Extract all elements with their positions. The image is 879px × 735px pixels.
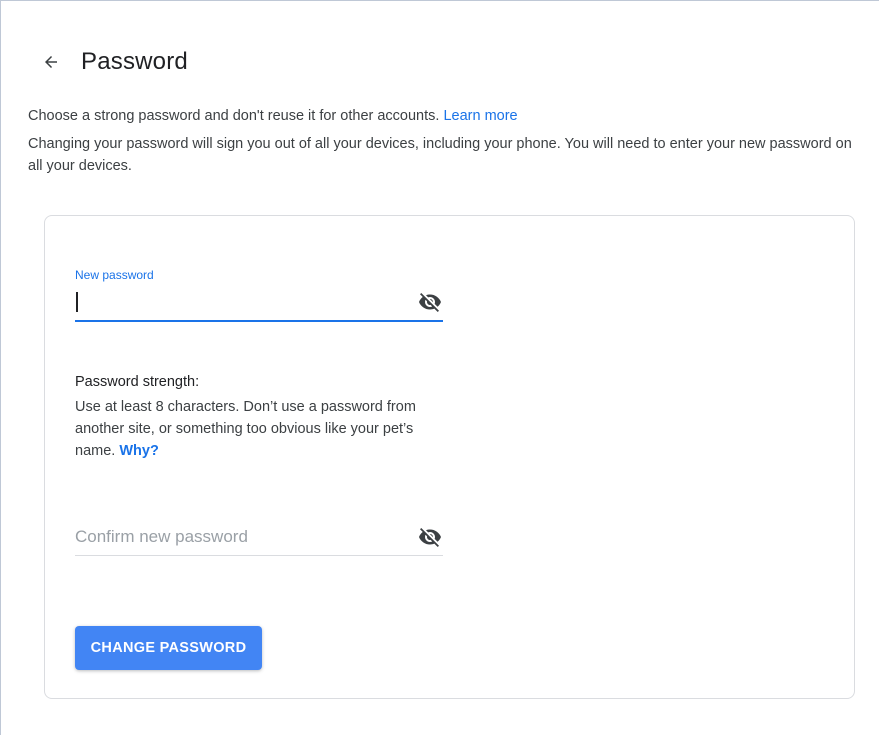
intro-line-2: Changing your password will sign you out…: [28, 136, 852, 174]
text-cursor: [76, 292, 78, 312]
confirm-password-input[interactable]: [75, 522, 395, 552]
password-strength-title: Password strength:: [75, 374, 200, 390]
new-password-input-row: [75, 284, 443, 320]
arrow-left-icon: [45, 56, 57, 68]
eye-off-icon: [419, 528, 441, 547]
back-button[interactable]: [37, 48, 65, 76]
new-password-field: New password: [75, 268, 443, 322]
confirm-password-input-row: [75, 519, 443, 555]
page-title: Password: [81, 48, 188, 75]
toggle-new-password-visibility-button[interactable]: [417, 290, 443, 314]
toggle-confirm-password-visibility-button[interactable]: [417, 525, 443, 549]
password-page: Password Choose a strong password and do…: [0, 0, 879, 735]
password-strength-section: Password strength: Use at least 8 charac…: [75, 374, 455, 462]
change-password-button[interactable]: CHANGE PASSWORD: [75, 626, 262, 670]
why-link[interactable]: Why?: [119, 443, 158, 459]
new-password-underline: [75, 320, 443, 322]
intro-line-1: Choose a strong password and don't reuse…: [28, 105, 868, 127]
confirm-password-field: [75, 519, 443, 556]
new-password-input[interactable]: [75, 287, 395, 317]
intro-text: Choose a strong password and don't reuse…: [28, 105, 868, 183]
new-password-label: New password: [75, 268, 154, 282]
password-strength-description: Use at least 8 characters. Don’t use a p…: [75, 396, 455, 462]
confirm-password-underline: [75, 555, 443, 556]
intro-strong-password-text: Choose a strong password and don't reuse…: [28, 108, 444, 124]
eye-off-icon: [419, 293, 441, 312]
page-header: Password: [37, 47, 188, 77]
password-form-card: New password Password strength: Use at l…: [44, 215, 855, 699]
learn-more-link[interactable]: Learn more: [443, 108, 517, 124]
